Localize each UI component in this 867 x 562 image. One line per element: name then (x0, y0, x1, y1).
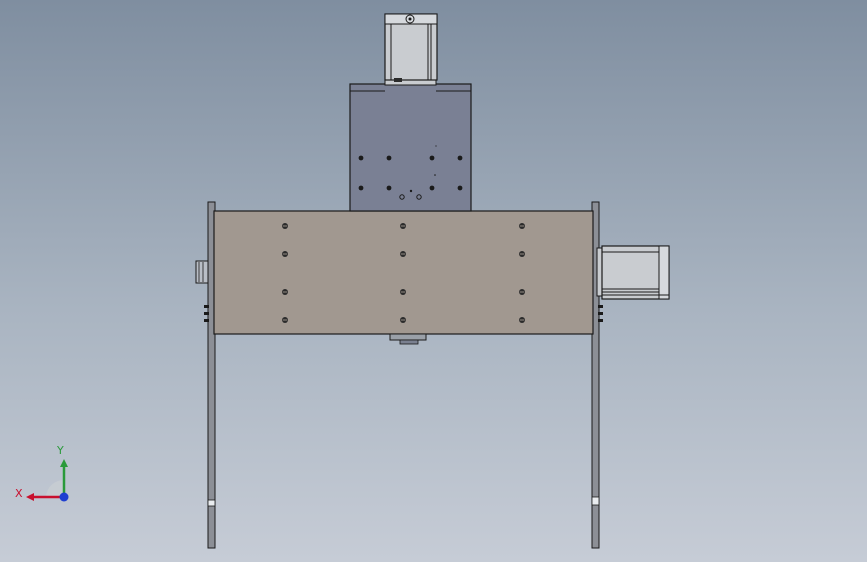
bottom-coupling-nut (399, 339, 419, 345)
left-slot (204, 305, 209, 308)
cad-model-front-view[interactable] (0, 0, 867, 562)
right-motor-cap (658, 245, 670, 300)
y-axis-label: Y (56, 444, 64, 457)
top-motor-connector (394, 78, 402, 82)
bottom-coupling (389, 333, 427, 341)
right-leg-marker (591, 496, 600, 506)
right-slot (598, 305, 603, 308)
coordinate-triad-icon[interactable]: X Y (10, 440, 80, 510)
graphics-viewport[interactable]: X Y (0, 0, 867, 562)
left-slot (204, 319, 209, 322)
right-slot (598, 312, 603, 315)
main-plate (213, 210, 594, 335)
right-slot (598, 319, 603, 322)
left-bearing (195, 260, 209, 284)
x-axis-label: X (15, 487, 23, 500)
left-slot (204, 312, 209, 315)
left-leg-marker (207, 499, 216, 507)
